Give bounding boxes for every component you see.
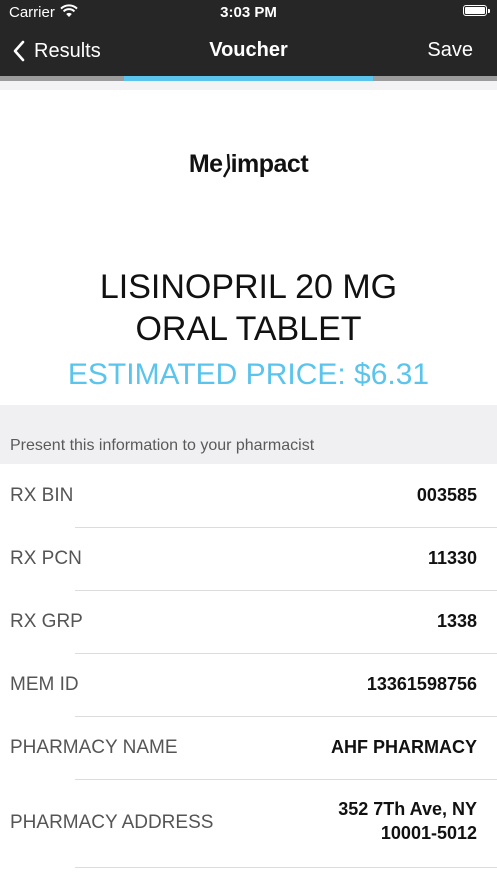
- battery-icon: [463, 5, 490, 16]
- row-pharmacy-name: PHARMACY NAME AHF PHARMACY: [0, 716, 497, 780]
- drug-name-line1: LISINOPRIL 20 MG: [99, 268, 398, 306]
- back-button-label: Results: [34, 39, 101, 62]
- row-label: PHARMACY NAME: [10, 737, 178, 758]
- row-value: 003585: [416, 485, 477, 505]
- clock: 3:03 PM: [220, 4, 277, 21]
- row-label: MEM ID: [10, 674, 79, 695]
- header-divider: [0, 81, 497, 90]
- row-value: 1338: [436, 611, 477, 631]
- row-value: 13361598756: [366, 674, 477, 694]
- logo-text-part2: impact: [230, 150, 309, 178]
- section-background: [0, 405, 497, 464]
- row-value: AHF PHARMACY: [331, 737, 477, 757]
- row-value: 11330: [427, 548, 477, 568]
- row-label: RX PCN: [10, 548, 82, 569]
- medimpact-logo: Me impact: [0, 150, 497, 179]
- save-button[interactable]: Save: [427, 39, 473, 62]
- row-label: RX GRP: [10, 611, 83, 632]
- estimated-price: ESTIMATED PRICE: $6.31: [67, 358, 430, 391]
- row-label: PHARMACY ADDRESS: [10, 812, 214, 833]
- row-value: 352 7Th Ave, NY 10001-5012: [338, 797, 477, 845]
- logo-text-part1: Me: [188, 150, 223, 178]
- row-rx-grp: RX GRP 1338: [0, 590, 497, 654]
- voucher-details-list: RX BIN 003585 RX PCN 11330 RX GRP 1338 M…: [0, 464, 497, 868]
- row-mem-id: MEM ID 13361598756: [0, 653, 497, 717]
- row-rx-pcn: RX PCN 11330: [0, 527, 497, 591]
- voucher-screen: Carrier 3:03 PM Results Voucher Save Me i…: [0, 0, 497, 883]
- status-bar: Carrier 3:03 PM: [0, 0, 497, 26]
- section-header: Present this information to your pharmac…: [10, 437, 315, 454]
- row-rx-bin: RX BIN 003585: [0, 464, 497, 528]
- row-pharmacy-address: PHARMACY ADDRESS 352 7Th Ave, NY 10001-5…: [0, 779, 497, 868]
- chevron-left-icon: [13, 40, 25, 62]
- navigation-bar: Results Voucher Save: [0, 26, 497, 76]
- address-line1: 352 7Th Ave, NY: [338, 799, 477, 819]
- drug-name-line2: ORAL TABLET: [135, 310, 362, 348]
- drug-name: LISINOPRIL 20 MG ORAL TABLET: [40, 266, 457, 350]
- row-divider: [75, 867, 497, 868]
- back-button[interactable]: Results: [12, 38, 101, 64]
- row-label: RX BIN: [10, 485, 74, 506]
- address-line2: 10001-5012: [380, 823, 477, 843]
- logo-slash-icon: [222, 153, 230, 178]
